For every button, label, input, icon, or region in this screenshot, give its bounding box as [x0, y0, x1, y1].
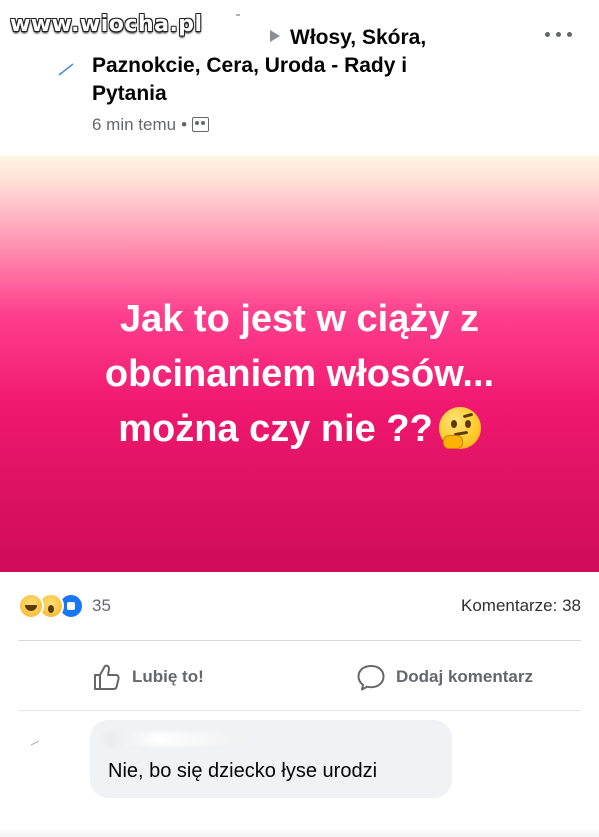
arrow-right-icon — [270, 30, 280, 42]
group-name-line3[interactable]: Pytania — [92, 80, 492, 108]
commenter-name-redacted — [104, 732, 244, 746]
comment-bubble: Nie, bo się dziecko łyse urodzi — [90, 720, 452, 798]
comment-button-label: Dodaj komentarz — [396, 667, 533, 686]
post-body-line3-wrap: można czy nie ?? — [0, 402, 599, 457]
thumbs-up-icon — [94, 664, 120, 690]
haha-icon — [18, 593, 44, 619]
group-name-line2[interactable]: Paznokcie, Cera, Uroda - Rady i — [92, 52, 492, 80]
reactions-summary[interactable]: 35 — [18, 593, 111, 619]
post-timestamp[interactable]: 6 min temu — [92, 115, 176, 134]
author-name-fragment — [236, 14, 240, 16]
post-body-line2: obcinaniem włosów... — [104, 353, 495, 395]
reaction-count: 35 — [92, 596, 111, 615]
divider — [18, 640, 581, 641]
post-body-line3: można czy nie ?? — [118, 408, 433, 450]
comment-button[interactable]: Dodaj komentarz — [356, 660, 533, 694]
post-body-line1: Jak to jest w ciąży z — [119, 298, 480, 340]
thinking-face-icon — [438, 407, 481, 449]
bottom-edge — [0, 828, 599, 837]
divider — [18, 710, 581, 711]
group-name-line1[interactable]: Włosy, Skóra, — [290, 26, 426, 49]
facebook-post-screen: Włosy, Skóra, Paznokcie, Cera, Uroda - R… — [0, 0, 599, 837]
post-meta: 6 min temu • — [92, 115, 210, 135]
more-options-icon[interactable] — [544, 24, 576, 44]
post-body: Jak to jest w ciąży z obcinaniem włosów.… — [0, 292, 599, 457]
like-button[interactable]: Lubię to! — [92, 660, 204, 694]
author-avatar-fragment — [58, 63, 74, 76]
like-button-label: Lubię to! — [132, 667, 204, 686]
commenter-avatar-fragment — [30, 740, 40, 746]
meta-separator: • — [181, 115, 188, 134]
comment-text: Nie, bo się dziecko łyse urodzi — [108, 760, 378, 782]
comment-bubble-icon — [357, 665, 385, 691]
comments-count-link[interactable]: Komentarze: 38 — [461, 596, 581, 616]
group-icon — [192, 117, 210, 132]
watermark: www.wiocha.pl — [10, 12, 203, 37]
